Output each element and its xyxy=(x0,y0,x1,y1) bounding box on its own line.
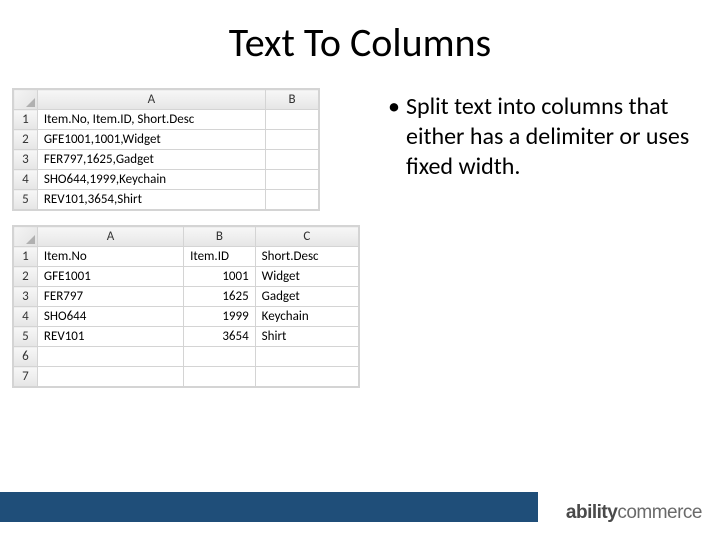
row-header[interactable]: 3 xyxy=(14,150,38,170)
footer-bar xyxy=(0,492,538,522)
row-header[interactable]: 1 xyxy=(14,110,38,130)
row-header[interactable]: 5 xyxy=(14,327,38,347)
cell[interactable]: REV101,3654,Shirt xyxy=(37,190,265,210)
row-header[interactable]: 1 xyxy=(14,247,38,267)
cell[interactable] xyxy=(265,190,318,210)
cell[interactable] xyxy=(184,367,256,387)
cell[interactable]: Widget xyxy=(255,267,358,287)
cell[interactable]: SHO644 xyxy=(37,307,183,327)
cell[interactable]: Item.ID xyxy=(184,247,256,267)
table-row: 2 GFE1001,1001,Widget xyxy=(14,130,319,150)
cell[interactable] xyxy=(184,347,256,367)
cell[interactable]: Item.No, Item.ID, Short.Desc xyxy=(37,110,265,130)
header-row: A B xyxy=(14,90,319,110)
cell[interactable]: GFE1001 xyxy=(37,267,183,287)
slide: Text To Columns A B 1 Item.No, Item.ID, … xyxy=(0,0,720,540)
cell[interactable]: 1625 xyxy=(184,287,256,307)
cell[interactable]: 3654 xyxy=(184,327,256,347)
row-header[interactable]: 2 xyxy=(14,130,38,150)
table-row: 1 Item.No, Item.ID, Short.Desc xyxy=(14,110,319,130)
cell[interactable]: Shirt xyxy=(255,327,358,347)
cell[interactable]: 1001 xyxy=(184,267,256,287)
cell[interactable]: Keychain xyxy=(255,307,358,327)
col-header-b[interactable]: B xyxy=(184,227,256,247)
table-row: 7 xyxy=(14,367,359,387)
left-column: A B 1 Item.No, Item.ID, Short.Desc 2 GFE… xyxy=(12,88,372,480)
row-header[interactable]: 4 xyxy=(14,170,38,190)
table-row: 4 SHO644 1999 Keychain xyxy=(14,307,359,327)
cell[interactable]: FER797 xyxy=(37,287,183,307)
cell[interactable]: FER797,1625,Gadget xyxy=(37,150,265,170)
cell[interactable]: REV101 xyxy=(37,327,183,347)
row-header[interactable]: 4 xyxy=(14,307,38,327)
cell[interactable] xyxy=(265,170,318,190)
table-row: 5 REV101,3654,Shirt xyxy=(14,190,319,210)
content-area: A B 1 Item.No, Item.ID, Short.Desc 2 GFE… xyxy=(12,88,702,480)
header-row: A B C xyxy=(14,227,359,247)
slide-title: Text To Columns xyxy=(0,18,720,67)
cell[interactable]: 1999 xyxy=(184,307,256,327)
cell[interactable]: Short.Desc xyxy=(255,247,358,267)
logo: abilitycommerce xyxy=(566,502,702,524)
cell[interactable]: GFE1001,1001,Widget xyxy=(37,130,265,150)
col-header-b[interactable]: B xyxy=(265,90,318,110)
bullet-item: • Split text into columns that either ha… xyxy=(386,92,702,182)
col-header-a[interactable]: A xyxy=(37,90,265,110)
cell[interactable] xyxy=(265,150,318,170)
row-header[interactable]: 6 xyxy=(14,347,38,367)
table-row: 1 Item.No Item.ID Short.Desc xyxy=(14,247,359,267)
row-header[interactable]: 2 xyxy=(14,267,38,287)
col-header-c[interactable]: C xyxy=(255,227,358,247)
table-row: 3 FER797,1625,Gadget xyxy=(14,150,319,170)
cell[interactable]: SHO644,1999,Keychain xyxy=(37,170,265,190)
select-all-corner[interactable] xyxy=(14,227,38,247)
cell[interactable] xyxy=(255,347,358,367)
spreadsheet-after: A B C 1 Item.No Item.ID Short.Desc 2 GFE… xyxy=(12,225,360,388)
cell[interactable] xyxy=(265,110,318,130)
table-row: 6 xyxy=(14,347,359,367)
cell[interactable] xyxy=(37,367,183,387)
row-header[interactable]: 7 xyxy=(14,367,38,387)
cell[interactable] xyxy=(37,347,183,367)
right-column: • Split text into columns that either ha… xyxy=(372,88,702,480)
cell[interactable]: Gadget xyxy=(255,287,358,307)
col-header-a[interactable]: A xyxy=(37,227,183,247)
logo-light: commerce xyxy=(617,502,702,523)
bullet-text: Split text into columns that either has … xyxy=(406,92,702,182)
row-header[interactable]: 5 xyxy=(14,190,38,210)
spreadsheet-before: A B 1 Item.No, Item.ID, Short.Desc 2 GFE… xyxy=(12,88,320,211)
table-row: 5 REV101 3654 Shirt xyxy=(14,327,359,347)
cell[interactable] xyxy=(265,130,318,150)
bullet-dot-icon: • xyxy=(386,92,406,122)
cell[interactable] xyxy=(255,367,358,387)
row-header[interactable]: 3 xyxy=(14,287,38,307)
logo-bold: ability xyxy=(566,502,617,523)
table-row: 2 GFE1001 1001 Widget xyxy=(14,267,359,287)
table-row: 3 FER797 1625 Gadget xyxy=(14,287,359,307)
select-all-corner[interactable] xyxy=(14,90,38,110)
table-row: 4 SHO644,1999,Keychain xyxy=(14,170,319,190)
cell[interactable]: Item.No xyxy=(37,247,183,267)
